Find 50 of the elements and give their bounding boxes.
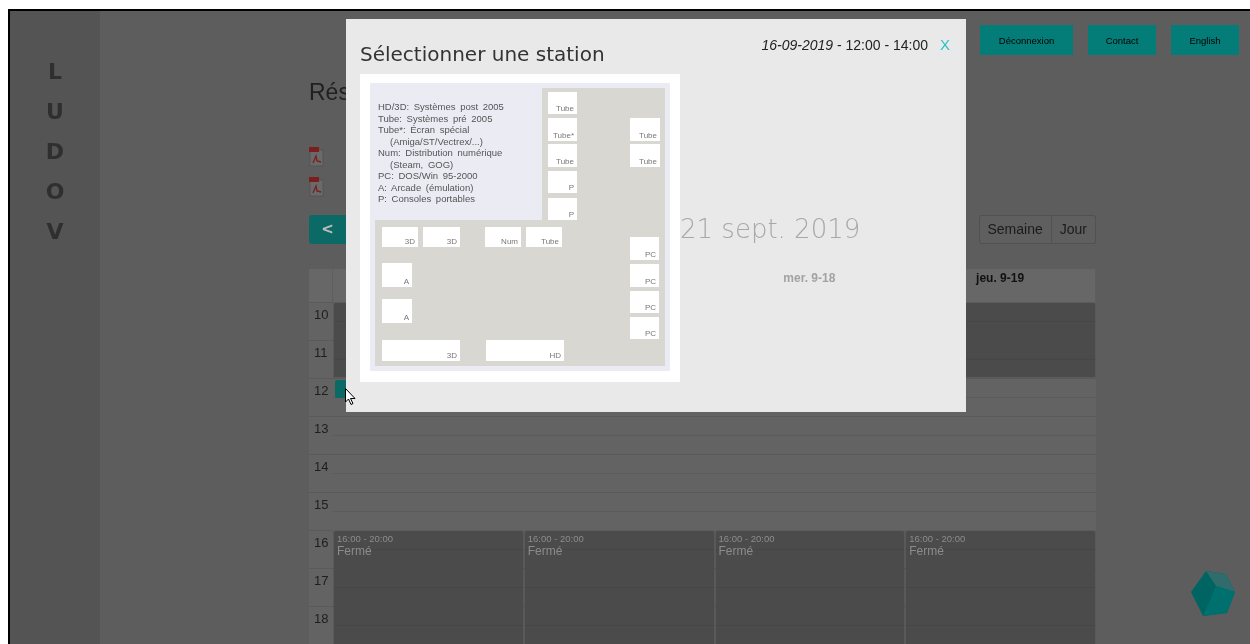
station-button[interactable]: 3D [382,340,460,361]
pdf-file-icon[interactable] [309,147,325,167]
legend-entry: HD/3D: Systèmes post 2005 [378,101,505,113]
station-button[interactable]: A [382,299,412,323]
header-button[interactable]: Contact [1088,25,1156,55]
legend-entry: P: Consoles portables [378,193,476,205]
station-button[interactable]: PC [630,291,659,313]
dice-icon[interactable] [1190,570,1236,616]
station-button[interactable]: 3D [423,227,460,247]
header-button[interactable]: English [1171,25,1239,55]
station-button[interactable]: P [548,171,577,193]
day-header: jeu. 9-19 [976,271,1025,285]
station-button[interactable]: Tube [548,92,577,114]
station-button[interactable]: Tube* [548,118,577,141]
header-button[interactable]: Déconnexion [980,25,1073,55]
booking-event[interactable] [335,380,347,398]
station-button[interactable]: Tube [548,144,577,167]
view-tab[interactable]: Jour [1051,214,1096,244]
day-header: mer. 9-18 [783,271,836,285]
booking-datetime: 16-09-2019 - 12:00 - 14:00 [761,36,928,53]
previous-button[interactable]: < [309,214,346,244]
cursor-icon [345,388,356,405]
modal-title: Sélectionner une station [360,42,605,66]
station-button[interactable]: Tube [630,144,660,167]
station-button[interactable]: 3D [382,227,418,247]
legend-entry: Tube*: Écran spécial (Amiga/ST/Vectrex/...) [378,124,484,147]
event-time: 16:00 - 20:00 [336,532,393,544]
station-button[interactable]: Tube [526,227,562,247]
station-button[interactable]: Tube [630,118,660,141]
event-label: Fermé [336,544,372,558]
event-label: Fermé [717,544,754,558]
event-label: Fermé [526,544,563,558]
station-button[interactable]: PC [630,317,659,339]
station-button[interactable]: P [548,198,577,220]
station-button[interactable]: Num [485,227,521,247]
event-label: Fermé [908,544,944,558]
legend-entry: A: Arcade (émulation) [378,181,475,193]
event-time: 16:00 - 20:00 [908,532,966,544]
station-button[interactable]: HD [486,340,564,361]
station-button[interactable]: PC [630,264,659,287]
station-button[interactable]: PC [630,237,659,260]
legend-entry: Num: Distribution numérique (Steam, GOG) [378,147,504,170]
legend-entry: PC: DOS/Win 95-2000 [378,170,479,182]
event-time: 16:00 - 20:00 [717,532,775,544]
event-time: 16:00 - 20:00 [526,532,584,544]
calendar-title: 21 sept. 2019 [680,214,861,244]
pdf-file-icon[interactable] [309,177,325,197]
legend-entry: Tube: Systèmes pré 2005 [378,112,494,124]
view-tab[interactable]: Semaine [978,214,1052,244]
station-button[interactable]: A [382,263,412,287]
